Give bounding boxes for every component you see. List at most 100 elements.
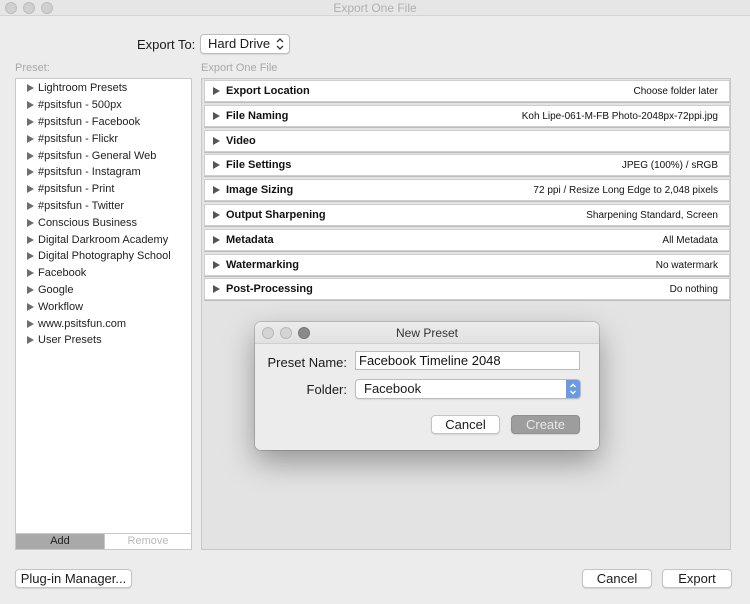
preset-folder-item[interactable]: Conscious Business — [16, 214, 191, 231]
disclosure-triangle-icon[interactable] — [213, 260, 220, 269]
export-section-summary: Choose folder later — [633, 86, 719, 97]
folder-value: Facebook — [364, 381, 422, 396]
preset-folder-item[interactable]: #psitsfun - General Web — [16, 147, 191, 164]
updown-chevron-icon — [275, 37, 285, 51]
preset-folder-label: #psitsfun - Flickr — [38, 132, 119, 145]
preset-folder-label: Conscious Business — [38, 216, 138, 229]
export-section-summary: JPEG (100%) / sRGB — [621, 160, 718, 172]
export-section-title: File Settings — [226, 159, 292, 172]
preset-folder-item[interactable]: #psitsfun - 500px — [16, 97, 191, 114]
preset-folder-item[interactable]: www.psitsfun.com — [16, 315, 191, 332]
disclosure-triangle-icon[interactable] — [27, 117, 34, 126]
preset-folder-label: #psitsfun - Facebook — [38, 115, 141, 128]
preset-folder-item[interactable]: Digital Photography School — [16, 248, 191, 265]
export-section-title: Post-Processing — [226, 283, 313, 296]
window-titlebar: Export One File — [0, 0, 750, 16]
new-preset-dialog: New Preset Preset Name: Folder: Facebook… — [255, 322, 599, 450]
preset-folder-label: User Presets — [38, 334, 102, 347]
export-to-value: Hard Drive — [208, 36, 271, 51]
disclosure-triangle-icon[interactable] — [27, 319, 34, 328]
disclosure-triangle-icon[interactable] — [213, 235, 220, 244]
preset-name-label: Preset Name: — [267, 355, 347, 370]
disclosure-triangle-icon[interactable] — [27, 185, 34, 194]
dialog-titlebar: New Preset — [255, 322, 599, 344]
disclosure-triangle-icon[interactable] — [27, 134, 34, 143]
export-section-header[interactable]: Video — [204, 129, 730, 152]
plugin-manager-button[interactable]: Plug-in Manager... — [15, 569, 132, 588]
disclosure-triangle-icon[interactable] — [27, 336, 34, 345]
export-section-header[interactable]: Image Sizing 72 ppi / Resize Long Edge to… — [204, 179, 730, 202]
export-section-title: Image Sizing — [226, 184, 294, 197]
dialog-cancel-button[interactable]: Cancel — [431, 415, 500, 434]
preset-folder-item[interactable]: Google — [16, 282, 191, 299]
preset-folder-item[interactable]: Lightroom Presets — [16, 80, 191, 97]
export-section-summary: 72 ppi / Resize Long Edge to 2,048 pixel… — [533, 185, 718, 197]
cancel-button[interactable]: Cancel — [582, 569, 652, 588]
preset-folder-label: #psitsfun - Twitter — [38, 199, 124, 212]
preset-name-input[interactable] — [355, 351, 580, 370]
preset-folder-item[interactable]: User Presets — [16, 332, 191, 349]
add-preset-button[interactable]: Add — [16, 534, 104, 549]
preset-folder-item[interactable]: #psitsfun - Print — [16, 181, 191, 198]
export-section-header[interactable]: Post-Processing Do nothing — [204, 278, 730, 301]
export-to-label: Export To: — [137, 37, 196, 52]
disclosure-triangle-icon[interactable] — [27, 151, 34, 160]
preset-folder-label: Lightroom Presets — [38, 82, 128, 95]
export-section-summary: Sharpening Standard, Screen — [586, 210, 718, 221]
disclosure-triangle-icon[interactable] — [27, 201, 34, 210]
disclosure-triangle-icon[interactable] — [27, 269, 34, 278]
disclosure-triangle-icon[interactable] — [213, 136, 220, 145]
preset-folder-label: #psitsfun - General Web — [38, 149, 157, 162]
disclosure-triangle-icon[interactable] — [27, 235, 34, 244]
disclosure-triangle-icon[interactable] — [27, 218, 34, 227]
export-to-select[interactable]: Hard Drive — [200, 34, 290, 54]
disclosure-triangle-icon[interactable] — [27, 302, 34, 311]
disclosure-triangle-icon[interactable] — [27, 168, 34, 177]
preset-folder-label: www.psitsfun.com — [38, 317, 127, 330]
preset-folder-item[interactable]: #psitsfun - Twitter — [16, 198, 191, 215]
folder-label: Folder: — [306, 382, 347, 397]
disclosure-triangle-icon[interactable] — [27, 84, 34, 93]
disclosure-triangle-icon[interactable] — [213, 211, 220, 219]
disclosure-triangle-icon[interactable] — [213, 111, 220, 120]
export-section-header[interactable]: File Settings JPEG (100%) / sRGB — [204, 154, 730, 177]
preset-list: Lightroom Presets #psitsfun - 500px #psits… — [16, 79, 191, 349]
preset-folder-item[interactable]: #psitsfun - Instagram — [16, 164, 191, 181]
disclosure-triangle-icon[interactable] — [213, 186, 220, 195]
preset-folder-item[interactable]: Workflow — [16, 298, 191, 315]
export-section-title: Metadata — [226, 233, 274, 246]
export-sections-label: Export One File — [201, 62, 278, 74]
window-title: Export One File — [333, 1, 417, 15]
preset-panel: Lightroom Presets #psitsfun - 500px #psits… — [15, 78, 192, 550]
disclosure-triangle-icon[interactable] — [27, 101, 34, 110]
dialog-title: New Preset — [395, 326, 459, 340]
preset-folder-item[interactable]: Digital Darkroom Academy — [16, 231, 191, 248]
remove-preset-button[interactable]: Remove — [104, 534, 191, 549]
disclosure-triangle-icon[interactable] — [213, 87, 220, 95]
export-section-header[interactable]: File Naming Koh Lipe-061-M-FB Photo-2048p… — [204, 104, 730, 127]
export-section-title: Watermarking — [226, 258, 299, 271]
preset-folder-label: Google — [38, 283, 74, 296]
export-section-header[interactable]: Watermarking No watermark — [204, 253, 730, 276]
export-section-header[interactable]: Output Sharpening Sharpening Standard, Sc… — [204, 204, 730, 226]
preset-add-remove-bar: Add Remove — [16, 533, 191, 549]
export-section-header[interactable]: Export Location Choose folder later — [204, 80, 730, 102]
disclosure-triangle-icon[interactable] — [27, 285, 34, 294]
preset-folder-item[interactable]: Facebook — [16, 265, 191, 282]
preset-folder-item[interactable]: #psitsfun - Facebook — [16, 114, 191, 131]
disclosure-triangle-icon[interactable] — [213, 285, 220, 294]
preset-folder-label: Digital Photography School — [38, 250, 171, 263]
preset-folder-label: #psitsfun - Instagram — [38, 166, 141, 179]
export-section-summary: Koh Lipe-061-M-FB Photo-2048px-72ppi.jpg — [521, 110, 718, 122]
folder-select[interactable]: Facebook — [355, 379, 581, 399]
disclosure-triangle-icon[interactable] — [27, 252, 34, 261]
disclosure-triangle-icon[interactable] — [213, 161, 220, 170]
export-sections-panel: Export Location Choose folder later File N… — [201, 78, 731, 550]
dialog-create-button[interactable]: Create — [511, 415, 580, 434]
preset-folder-label: Digital Darkroom Academy — [38, 233, 169, 246]
export-button[interactable]: Export — [662, 569, 732, 588]
export-section-summary: Do nothing — [669, 284, 718, 296]
preset-folder-label: #psitsfun - 500px — [38, 99, 122, 112]
export-section-header[interactable]: Metadata All Metadata — [204, 228, 730, 251]
preset-folder-item[interactable]: #psitsfun - Flickr — [16, 130, 191, 147]
